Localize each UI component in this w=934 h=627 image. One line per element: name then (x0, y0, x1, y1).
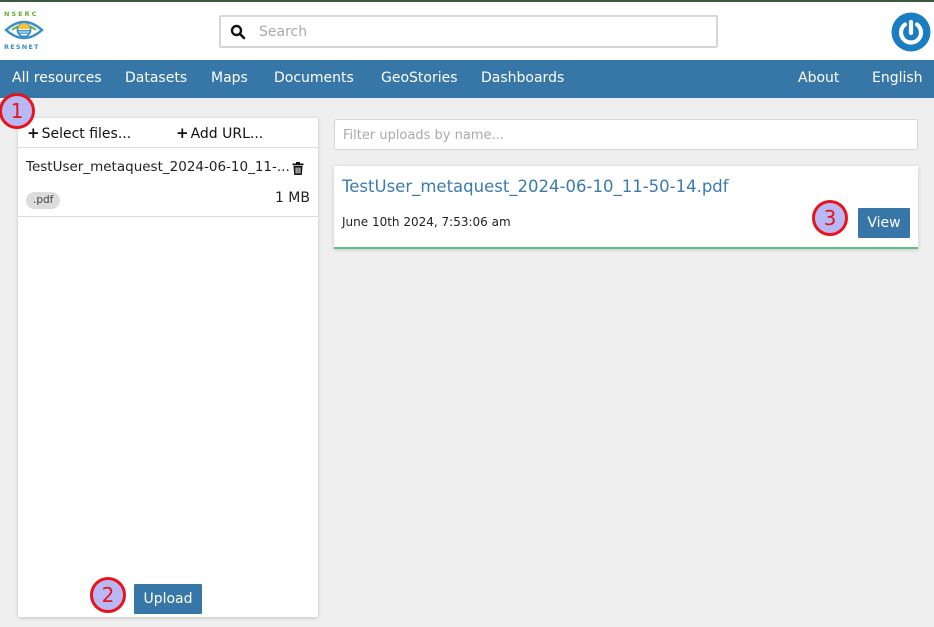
plus-icon: + (27, 124, 40, 142)
search-bar[interactable] (219, 15, 718, 48)
step-marker-2: 2 (90, 577, 126, 613)
select-files-label: Select files... (41, 126, 132, 142)
upload-button[interactable]: Upload (134, 584, 202, 614)
search-icon (230, 24, 246, 40)
trash-icon[interactable] (292, 162, 304, 175)
nav-all-resources[interactable]: All resources (12, 70, 102, 86)
upload-card-date: June 10th 2024, 7:53:06 am (342, 215, 511, 229)
file-size: 1 MB (274, 190, 310, 206)
upload-toolbar: + Select files... + Add URL... (18, 118, 318, 148)
plus-icon: + (176, 124, 189, 142)
step-marker-1: 1 (0, 93, 35, 129)
step-marker-3: 3 (812, 200, 848, 236)
logo-bottom-text: RESNET (4, 43, 40, 51)
add-url-label: Add URL... (190, 126, 264, 142)
header: NSERC RESNET (0, 2, 934, 60)
pending-file-name: TestUser_metaquest_2024-06-10_11-... (26, 159, 290, 175)
logo-top-text: NSERC (4, 10, 39, 18)
view-button[interactable]: View (858, 208, 910, 238)
power-icon[interactable] (891, 12, 931, 52)
pending-file-item: TestUser_metaquest_2024-06-10_11-... .pd… (18, 149, 318, 217)
nav-datasets[interactable]: Datasets (125, 70, 187, 86)
select-files-button[interactable]: + Select files... (27, 124, 131, 142)
nav-about[interactable]: About (798, 70, 839, 86)
upload-card-title-link[interactable]: TestUser_metaquest_2024-06-10_11-50-14.p… (342, 177, 729, 196)
nserc-resnet-logo[interactable]: NSERC RESNET (2, 8, 46, 54)
upload-panel: + Select files... + Add URL... TestUser_me… (18, 118, 318, 617)
nav-dashboards[interactable]: Dashboards (481, 70, 564, 86)
nav-language[interactable]: English (872, 70, 923, 86)
filter-uploads-input[interactable] (343, 124, 903, 146)
search-input[interactable] (259, 20, 699, 44)
add-url-button[interactable]: + Add URL... (176, 124, 263, 142)
nav-documents[interactable]: Documents (274, 70, 354, 86)
nav-geostories[interactable]: GeoStories (381, 70, 458, 86)
main-navbar: All resources Datasets Maps Documents Ge… (0, 60, 934, 98)
file-extension-badge: .pdf (26, 192, 61, 209)
nav-maps[interactable]: Maps (211, 70, 248, 86)
eye-logo-icon (4, 20, 44, 40)
filter-uploads-field[interactable] (334, 119, 918, 150)
